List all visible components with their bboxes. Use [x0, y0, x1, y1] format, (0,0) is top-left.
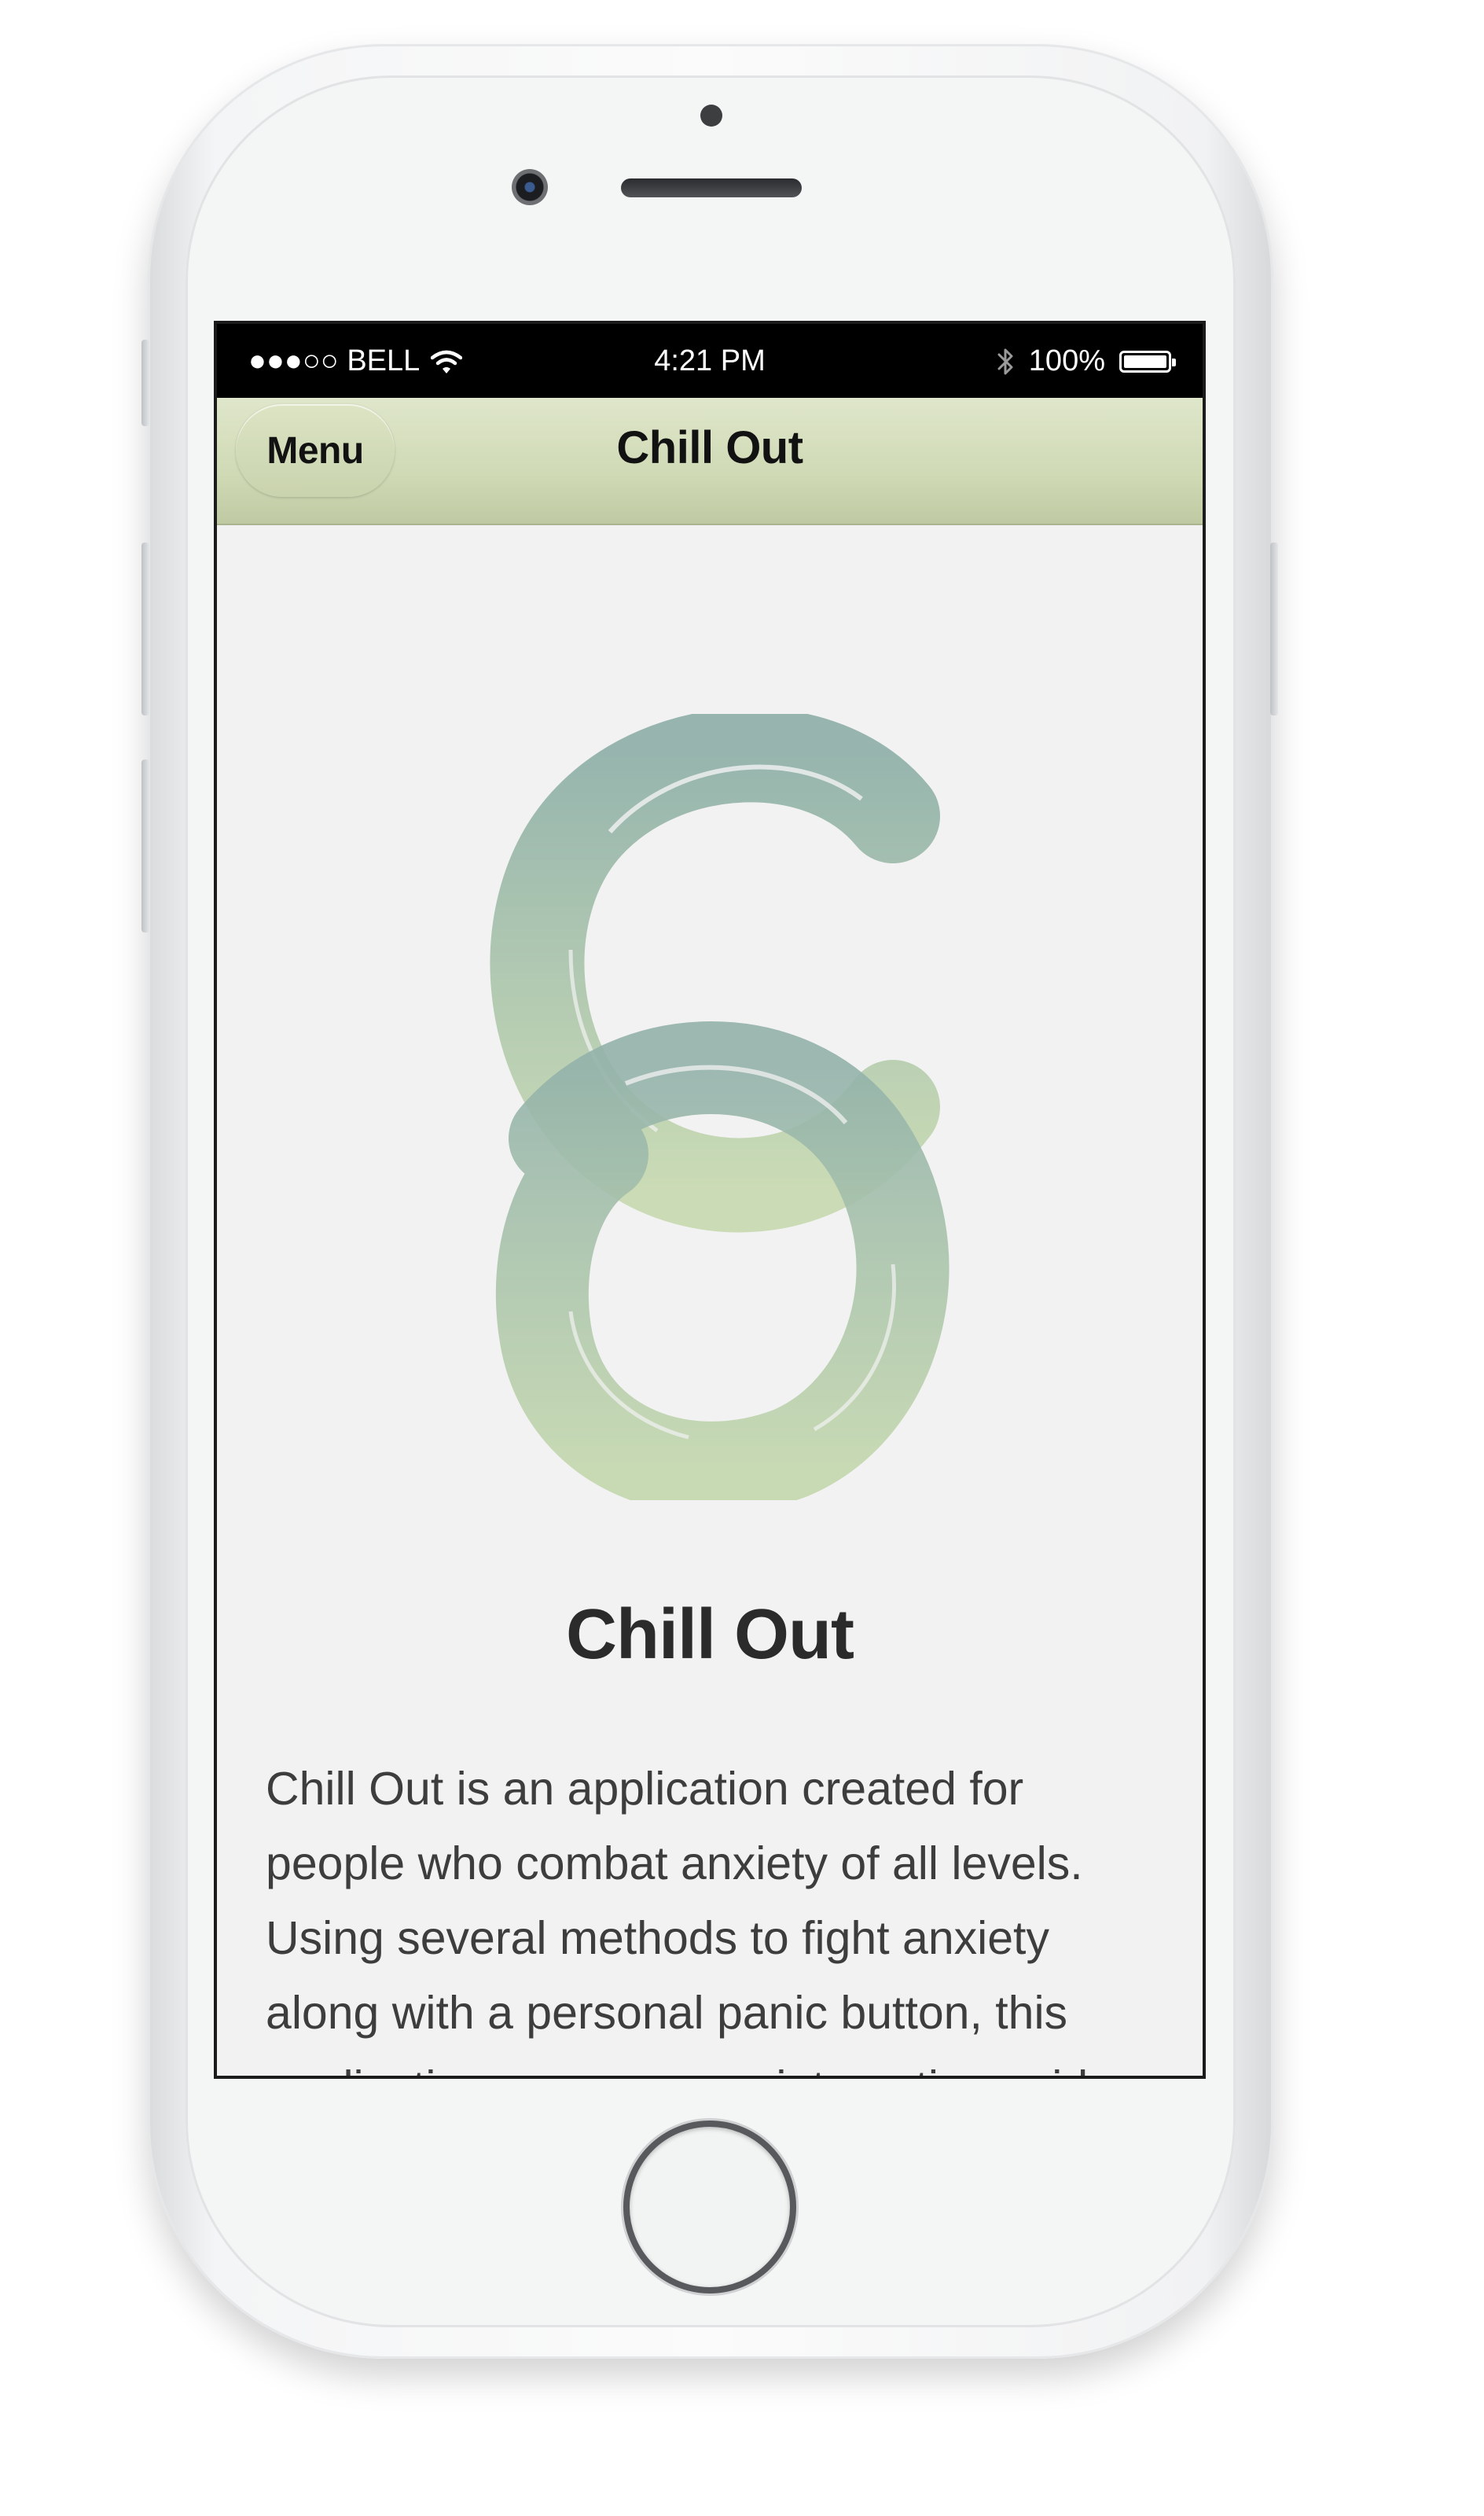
- status-right: 100%: [996, 344, 1176, 378]
- home-button[interactable]: [623, 2121, 796, 2293]
- main-content[interactable]: Chill Out Chill Out is an application cr…: [217, 525, 1203, 2076]
- volume-up-button: [141, 543, 149, 715]
- front-camera: [512, 169, 548, 205]
- app-description: Chill Out is an application created for …: [266, 1763, 1114, 2076]
- phone-screen: ●●●○○ BELL 4:21 PM 100% Menu Chill Out C…: [214, 321, 1206, 2079]
- mute-switch: [141, 340, 149, 426]
- earpiece-speaker: [621, 178, 802, 197]
- volume-down-button: [141, 760, 149, 932]
- battery-percent: 100%: [1028, 344, 1105, 377]
- app-title: Chill Out: [566, 1595, 854, 1674]
- nav-title: Chill Out: [616, 422, 803, 473]
- chill-out-logo-icon: [490, 714, 950, 1500]
- power-button: [1270, 543, 1278, 715]
- proximity-sensor: [700, 105, 722, 127]
- status-bar: ●●●○○ BELL 4:21 PM 100%: [217, 324, 1203, 398]
- battery-level: [1124, 355, 1166, 368]
- bluetooth-icon: [997, 348, 1013, 374]
- nav-bar: Menu Chill Out: [217, 398, 1203, 525]
- battery-icon: [1119, 350, 1176, 373]
